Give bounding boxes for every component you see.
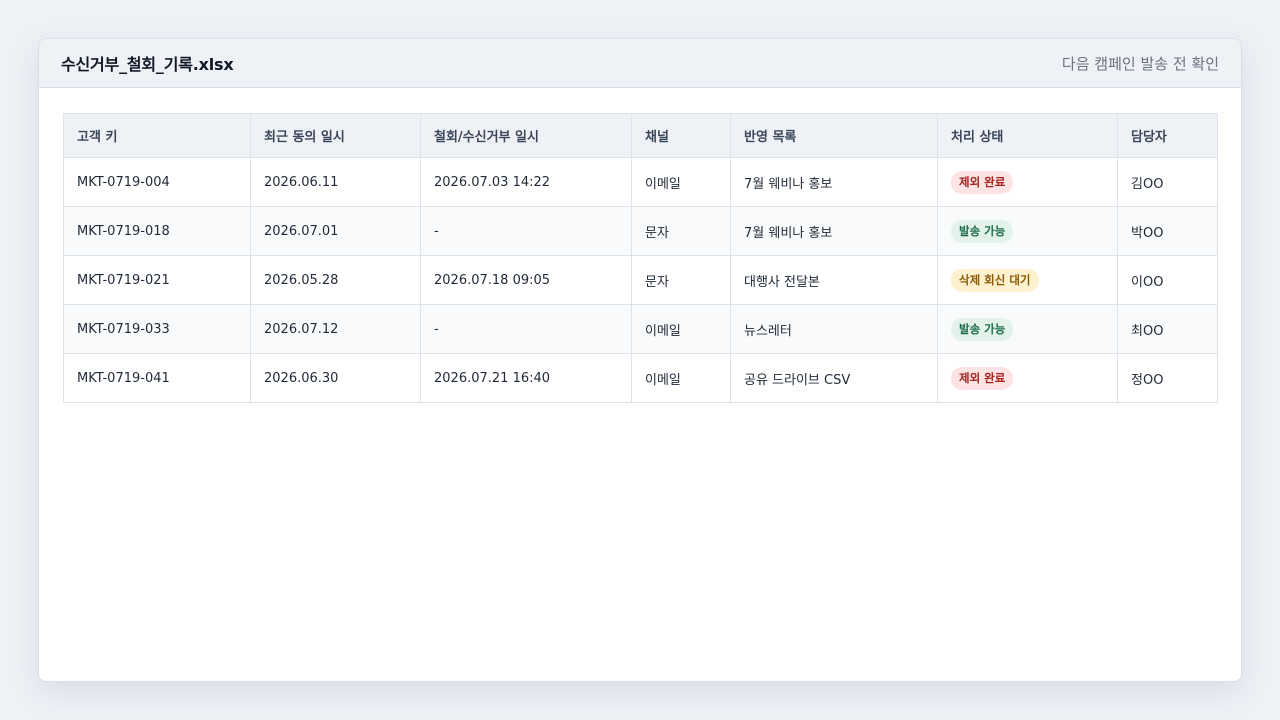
cell-consent-date[interactable]: 2026.07.12 [250, 304, 421, 354]
cell-status[interactable]: 제외 완료 [937, 353, 1118, 403]
cell-status[interactable]: 제외 완료 [937, 157, 1118, 207]
cell-status[interactable]: 삭제 회신 대기 [937, 255, 1118, 305]
column-header-owner[interactable]: 담당자 [1117, 113, 1218, 158]
cell-consent-date[interactable]: 2026.06.30 [250, 353, 421, 403]
cell-consent-date[interactable]: 2026.06.11 [250, 157, 421, 207]
cell-channel[interactable]: 문자 [631, 206, 731, 256]
cell-customer-key[interactable]: MKT-0719-004 [63, 157, 251, 207]
cell-consent-date[interactable]: 2026.05.28 [250, 255, 421, 305]
table-row[interactable]: MKT-0719-021 2026.05.28 2026.07.18 09:05… [63, 255, 1218, 305]
column-header-consent-date[interactable]: 최근 동의 일시 [250, 113, 421, 158]
table-row[interactable]: MKT-0719-004 2026.06.11 2026.07.03 14:22… [63, 157, 1218, 207]
status-badge: 발송 가능 [951, 317, 1014, 341]
title-bar: 수신거부_철회_기록.xlsx 다음 캠페인 발송 전 확인 [39, 39, 1241, 88]
cell-owner[interactable]: 최OO [1117, 304, 1218, 354]
withdrawal-table: 고객 키 최근 동의 일시 철회/수신거부 일시 채널 반영 목록 처리 상태 … [63, 113, 1218, 403]
status-badge: 삭제 회신 대기 [951, 268, 1039, 292]
cell-withdraw-date[interactable]: 2026.07.21 16:40 [420, 353, 632, 403]
table-container: 고객 키 최근 동의 일시 철회/수신거부 일시 채널 반영 목록 처리 상태 … [63, 113, 1218, 403]
cell-withdraw-date[interactable]: 2026.07.03 14:22 [420, 157, 632, 207]
table-row[interactable]: MKT-0719-033 2026.07.12 - 이메일 뉴스레터 발송 가능… [63, 304, 1218, 354]
header-row: 고객 키 최근 동의 일시 철회/수신거부 일시 채널 반영 목록 처리 상태 … [63, 113, 1218, 158]
status-badge: 제외 완료 [951, 170, 1014, 194]
table-row[interactable]: MKT-0719-041 2026.06.30 2026.07.21 16:40… [63, 353, 1218, 403]
cell-list[interactable]: 공유 드라이브 CSV [730, 353, 938, 403]
status-badge: 제외 완료 [951, 366, 1014, 390]
cell-channel[interactable]: 문자 [631, 255, 731, 305]
cell-owner[interactable]: 박OO [1117, 206, 1218, 256]
cell-withdraw-date[interactable]: - [420, 206, 632, 256]
cell-customer-key[interactable]: MKT-0719-041 [63, 353, 251, 403]
file-name: 수신거부_철회_기록.xlsx [61, 55, 234, 74]
cell-channel[interactable]: 이메일 [631, 157, 731, 207]
cell-list[interactable]: 뉴스레터 [730, 304, 938, 354]
status-badge: 발송 가능 [951, 219, 1014, 243]
cell-owner[interactable]: 김OO [1117, 157, 1218, 207]
column-header-status[interactable]: 처리 상태 [937, 113, 1118, 158]
cell-status[interactable]: 발송 가능 [937, 304, 1118, 354]
cell-withdraw-date[interactable]: - [420, 304, 632, 354]
cell-list[interactable]: 7월 웨비나 홍보 [730, 157, 938, 207]
cell-channel[interactable]: 이메일 [631, 353, 731, 403]
cell-customer-key[interactable]: MKT-0719-021 [63, 255, 251, 305]
cell-customer-key[interactable]: MKT-0719-033 [63, 304, 251, 354]
column-header-customer-key[interactable]: 고객 키 [63, 113, 251, 158]
cell-status[interactable]: 발송 가능 [937, 206, 1118, 256]
cell-owner[interactable]: 이OO [1117, 255, 1218, 305]
table-row[interactable]: MKT-0719-018 2026.07.01 - 문자 7월 웨비나 홍보 발… [63, 206, 1218, 256]
cell-consent-date[interactable]: 2026.07.01 [250, 206, 421, 256]
window-subtitle: 다음 캠페인 발송 전 확인 [1061, 54, 1219, 73]
cell-list[interactable]: 대행사 전달본 [730, 255, 938, 305]
column-header-withdraw-date[interactable]: 철회/수신거부 일시 [420, 113, 632, 158]
cell-customer-key[interactable]: MKT-0719-018 [63, 206, 251, 256]
column-header-list[interactable]: 반영 목록 [730, 113, 938, 158]
spreadsheet-window: 수신거부_철회_기록.xlsx 다음 캠페인 발송 전 확인 고객 키 최근 동… [38, 38, 1242, 682]
cell-channel[interactable]: 이메일 [631, 304, 731, 354]
column-header-channel[interactable]: 채널 [631, 113, 731, 158]
cell-list[interactable]: 7월 웨비나 홍보 [730, 206, 938, 256]
cell-owner[interactable]: 정OO [1117, 353, 1218, 403]
cell-withdraw-date[interactable]: 2026.07.18 09:05 [420, 255, 632, 305]
